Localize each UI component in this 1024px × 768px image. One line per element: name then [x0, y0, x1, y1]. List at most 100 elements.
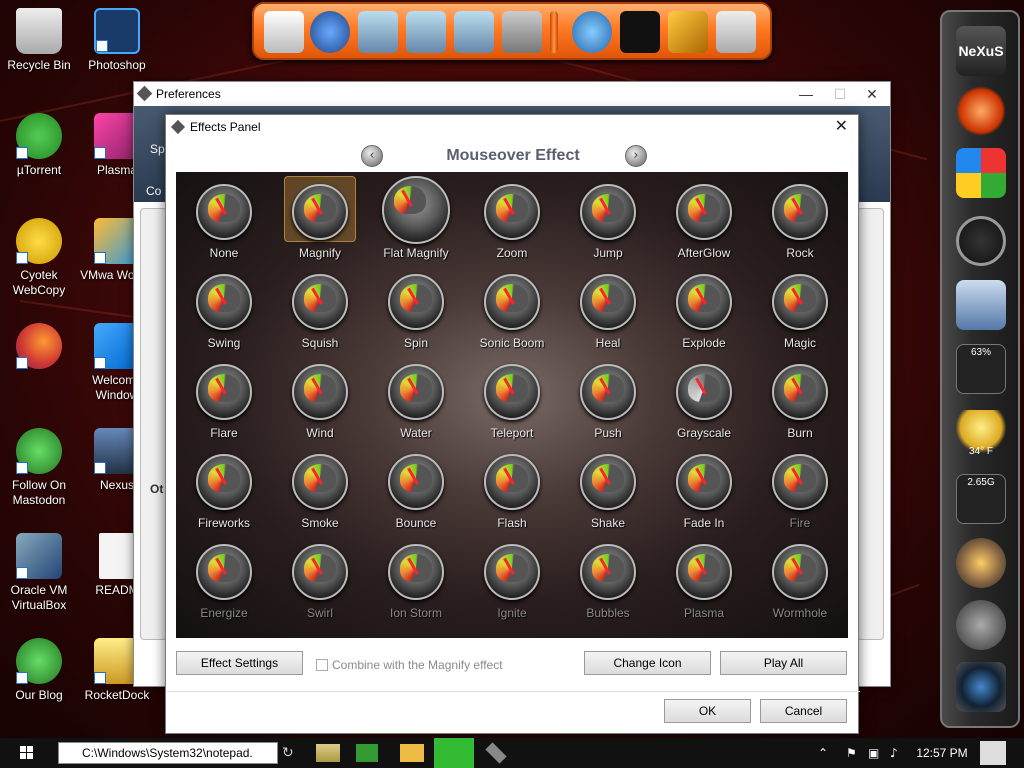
nexus-logo-icon[interactable]: NeXuS — [956, 26, 1006, 76]
desktop-icon-utorrent[interactable]: µTorrent — [0, 113, 78, 178]
internet-globe-icon[interactable] — [572, 11, 612, 53]
close-button[interactable]: ✕ — [856, 82, 888, 106]
cancel-button[interactable]: Cancel — [760, 699, 847, 723]
preferences-titlebar[interactable]: Preferences — ☐ ✕ — [134, 82, 890, 106]
effect-tile-swing[interactable]: Swing — [176, 264, 272, 354]
tools-icon[interactable] — [502, 11, 542, 53]
desktop-icon-firefox[interactable] — [0, 323, 78, 373]
effect-tile-ignite[interactable]: Ignite — [464, 534, 560, 624]
separator-icon — [550, 11, 558, 53]
effect-tile-fireworks[interactable]: Fireworks — [176, 444, 272, 534]
effect-tile-zoom[interactable]: Zoom — [464, 174, 560, 264]
effect-tile-fire[interactable]: Fire — [752, 444, 848, 534]
hammer-icon[interactable] — [668, 11, 708, 53]
combine-magnify-checkbox[interactable]: Combine with the Magnify effect — [316, 658, 503, 672]
effect-tile-none[interactable]: None — [176, 174, 272, 264]
headphones-icon[interactable] — [956, 600, 1006, 650]
effect-tile-explode[interactable]: Explode — [656, 264, 752, 354]
volume-muted-icon[interactable]: ♪ — [890, 738, 906, 768]
gauge-icon — [484, 544, 540, 600]
network-icon[interactable]: ▣ — [868, 738, 884, 768]
effect-tile-shake[interactable]: Shake — [560, 444, 656, 534]
effect-tile-jump[interactable]: Jump — [560, 174, 656, 264]
effect-tile-smoke[interactable]: Smoke — [272, 444, 368, 534]
camera-icon[interactable] — [956, 662, 1006, 712]
start-button[interactable] — [12, 738, 42, 768]
file-explorer-icon[interactable] — [400, 744, 424, 762]
ok-button[interactable]: OK — [664, 699, 751, 723]
refresh-icon[interactable]: ↻ — [282, 738, 298, 768]
user-avatar-icon[interactable] — [980, 741, 1006, 765]
effect-tile-sonic-boom[interactable]: Sonic Boom — [464, 264, 560, 354]
effect-label: Swirl — [307, 606, 333, 620]
effect-tile-swirl[interactable]: Swirl — [272, 534, 368, 624]
app-taskbar-icon[interactable] — [356, 744, 378, 762]
preferences-tab-partial[interactable]: Sp — [150, 142, 165, 156]
notepad-taskbar-icon[interactable] — [316, 744, 340, 762]
effect-tile-afterglow[interactable]: AfterGlow — [656, 174, 752, 264]
change-icon-button[interactable]: Change Icon — [584, 651, 711, 675]
effect-tile-magic[interactable]: Magic — [752, 264, 848, 354]
picture-folder-icon[interactable] — [454, 11, 494, 53]
globe-doc-icon[interactable] — [310, 11, 350, 53]
maximize-button[interactable]: ☐ — [824, 82, 856, 106]
effects-panel-titlebar[interactable]: Effects Panel ✕ — [166, 115, 858, 139]
effect-tile-push[interactable]: Push — [560, 354, 656, 444]
desktop-icon-photoshop[interactable]: Photoshop — [78, 8, 156, 73]
desktop-icon-recycle-bin[interactable]: Recycle Bin — [0, 8, 78, 73]
tshirt-icon[interactable] — [620, 11, 660, 53]
doc-icon[interactable] — [264, 11, 304, 53]
effect-tile-bubbles[interactable]: Bubbles — [560, 534, 656, 624]
blog-labsysos-icon — [16, 638, 62, 684]
network-globe-icon[interactable] — [956, 538, 1006, 588]
effect-tile-water[interactable]: Water — [368, 354, 464, 444]
effect-tile-fade-in[interactable]: Fade In — [656, 444, 752, 534]
weather-icon[interactable]: 34° F — [956, 410, 1006, 460]
recycle-bin-icon[interactable] — [956, 280, 1006, 330]
rocketdock-taskbar-icon[interactable] — [485, 742, 507, 764]
play-all-button[interactable]: Play All — [720, 651, 847, 675]
effect-tile-teleport[interactable]: Teleport — [464, 354, 560, 444]
goldfish-icon[interactable] — [956, 86, 1006, 136]
effect-tile-wind[interactable]: Wind — [272, 354, 368, 444]
clock[interactable]: 12:57 PM — [912, 738, 972, 768]
desktop-icon-virtualbox[interactable]: Oracle VM VirtualBox — [0, 533, 78, 613]
effect-tile-burn[interactable]: Burn — [752, 354, 848, 444]
cat-app-taskbar-icon[interactable] — [434, 738, 474, 768]
effect-tile-heal[interactable]: Heal — [560, 264, 656, 354]
effect-tile-grayscale[interactable]: Grayscale — [656, 354, 752, 444]
gauge-icon — [292, 274, 348, 330]
desktop-icon-our-blog[interactable]: Our Blog — [0, 638, 78, 703]
effect-tile-flash[interactable]: Flash — [464, 444, 560, 534]
next-arrow-button[interactable]: › — [625, 145, 647, 167]
folder-icon[interactable] — [358, 11, 398, 53]
effect-tile-plasma[interactable]: Plasma — [656, 534, 752, 624]
close-button[interactable]: ✕ — [835, 115, 848, 139]
preferences-tab-partial[interactable]: Co — [146, 184, 161, 198]
effect-tile-bounce[interactable]: Bounce — [368, 444, 464, 534]
tray-chevron-icon[interactable]: ⌃ — [818, 738, 834, 768]
run-command-box[interactable]: C:\Windows\System32\notepad. — [58, 742, 278, 764]
memory-meter-icon[interactable]: 2.65G — [956, 474, 1006, 524]
effect-tile-ion-storm[interactable]: Ion Storm — [368, 534, 464, 624]
minimize-button[interactable]: — — [790, 82, 822, 106]
flag-icon[interactable]: ⚑ — [846, 738, 860, 768]
desktop-icon-webcopy[interactable]: Cyotek WebCopy — [0, 218, 78, 298]
effect-settings-button[interactable]: Effect Settings — [176, 651, 303, 675]
cpu-meter-icon[interactable]: 63% — [956, 344, 1006, 394]
windows-flag-icon[interactable] — [956, 148, 1006, 198]
effect-tile-flare[interactable]: Flare — [176, 354, 272, 444]
effect-tile-squish[interactable]: Squish — [272, 264, 368, 354]
effect-tile-flat-magnify[interactable]: Flat Magnify — [368, 174, 464, 264]
effect-tile-rock[interactable]: Rock — [752, 174, 848, 264]
effect-tile-energize[interactable]: Energize — [176, 534, 272, 624]
checkbox-box[interactable] — [316, 659, 328, 671]
effect-tile-spin[interactable]: Spin — [368, 264, 464, 354]
desktop-icon-label: Our Blog — [15, 688, 63, 702]
desktop-icon-mastodon[interactable]: Follow On Mastodon — [0, 428, 78, 508]
recycle-bin-icon[interactable] — [716, 11, 756, 53]
effect-tile-magnify[interactable]: Magnify — [272, 174, 368, 264]
effect-tile-wormhole[interactable]: Wormhole — [752, 534, 848, 624]
clock-icon[interactable] — [956, 216, 1006, 266]
music-folder-icon[interactable] — [406, 11, 446, 53]
